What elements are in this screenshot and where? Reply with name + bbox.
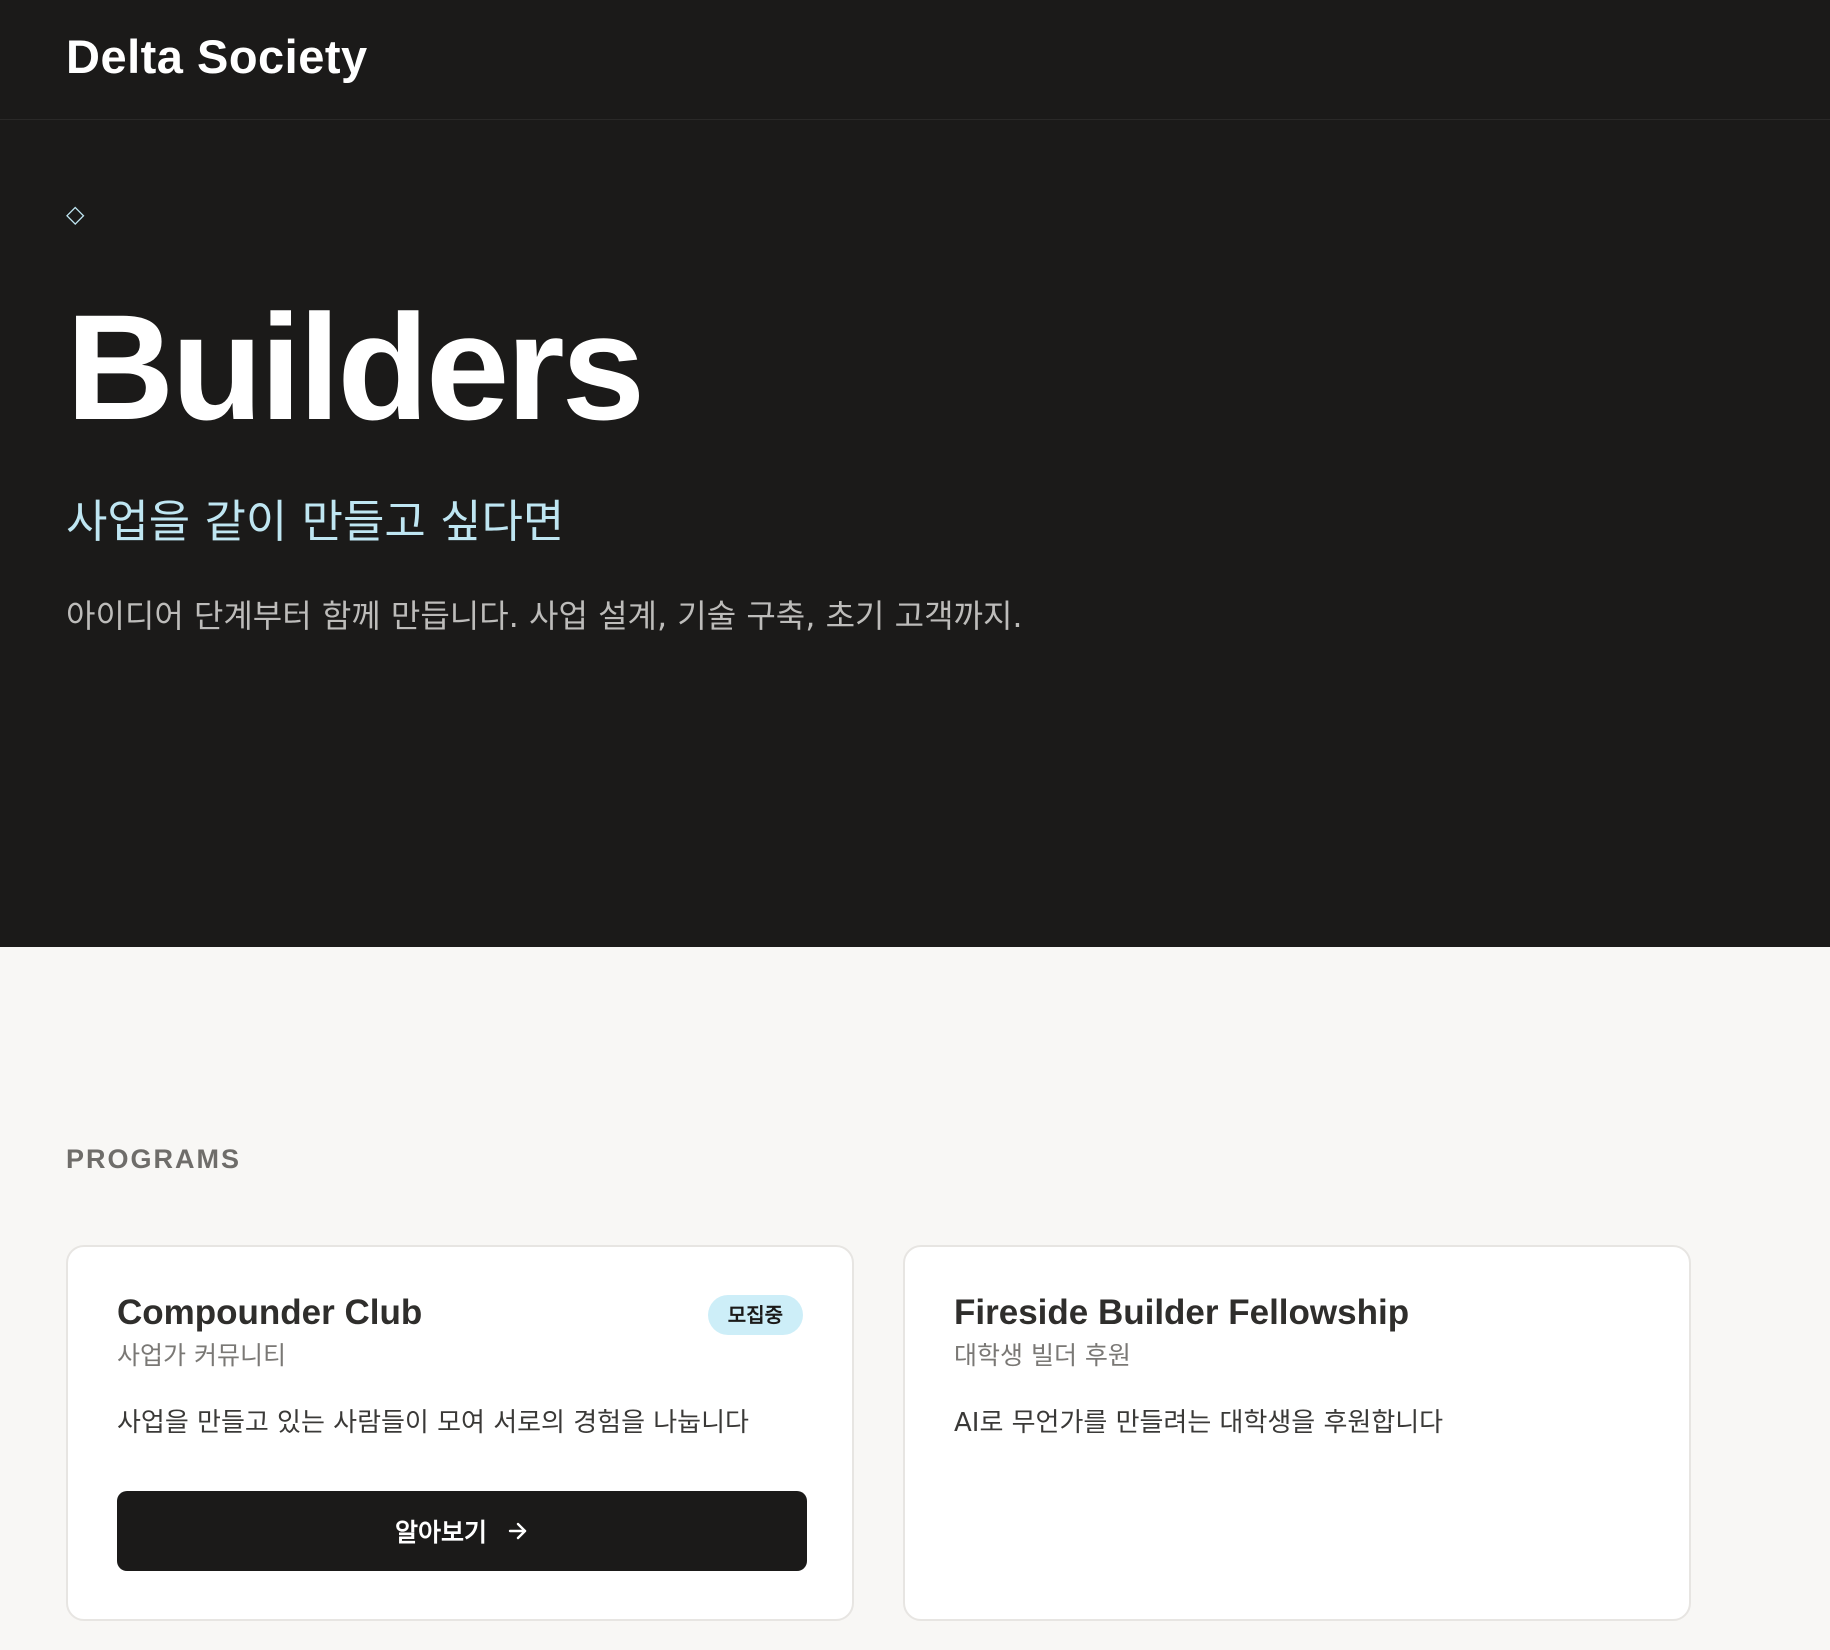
site-logo[interactable]: Delta Society [66,29,368,84]
hero-description: 아이디어 단계부터 함께 만듭니다. 사업 설계, 기술 구축, 초기 고객까지… [66,597,1023,635]
hero-subtitle: 사업을 같이 만들고 싶다면 [66,495,565,548]
program-card-fireside-builder-fellowship: Fireside Builder Fellowship 대학생 빌더 후원 AI… [903,1245,1691,1621]
card-subtitle: 대학생 빌더 후원 [954,1341,1131,1370]
page-title: Builders [66,283,645,451]
programs-section-label: PROGRAMS [66,1144,242,1174]
card-description: 사업을 만들고 있는 사람들이 모여 서로의 경험을 나눕니다 [117,1408,749,1438]
program-card-compounder-club: Compounder Club 모집중 사업가 커뮤니티 사업을 만들고 있는 … [66,1245,854,1621]
top-nav-bar: Delta Society [0,0,1830,120]
card-subtitle: 사업가 커뮤니티 [117,1341,286,1370]
hero-section: Delta Society ◇ Builders 사업을 같이 만들고 싶다면 … [0,0,1830,947]
arrow-right-icon [508,1522,527,1540]
card-description: AI로 무언가를 만들려는 대학생을 후원합니다 [954,1408,1444,1438]
diamond-icon: ◇ [66,200,85,228]
learn-more-button[interactable]: 알아보기 [117,1491,807,1571]
learn-more-button-label: 알아보기 [394,1518,487,1547]
status-badge: 모집중 [707,1295,803,1335]
card-title: Fireside Builder Fellowship [954,1293,1410,1332]
card-title: Compounder Club [117,1293,423,1332]
